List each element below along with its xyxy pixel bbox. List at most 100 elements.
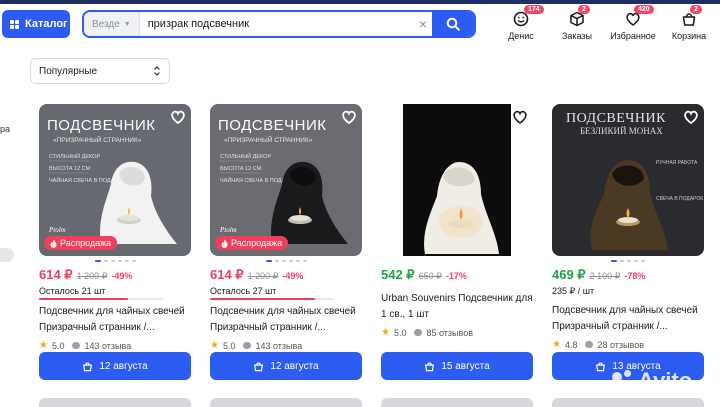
- left-sidebar-fragment: ра: [0, 124, 11, 134]
- avito-wordmark: Avito: [638, 368, 693, 393]
- discount: -49%: [282, 271, 304, 281]
- image-bullet: СТИЛЬНЫЙ ДЕКОР: [220, 152, 271, 160]
- image-subtitle: «ПРИЗРАЧНЫЙ СТРАННИК»: [224, 135, 313, 144]
- image-bullet: СТИЛЬНЫЙ ДЕКОР: [49, 152, 100, 160]
- review-bubble-icon: [72, 342, 81, 349]
- cart-icon: [425, 361, 435, 371]
- nav-orders[interactable]: 2 Заказы: [552, 5, 602, 41]
- nav-cart-label: Корзина: [671, 31, 707, 41]
- search-button[interactable]: [432, 12, 474, 36]
- sort-select[interactable]: Популярные: [30, 58, 170, 84]
- image-bullet: ВЫСОТА 12 СМ: [220, 166, 262, 172]
- image-pager: [381, 260, 533, 263]
- search-bar: Везде ▼ ×: [82, 10, 476, 38]
- price: 614 ₽: [39, 267, 73, 282]
- cart-icon: [83, 361, 93, 371]
- product-card[interactable]: ПОДСВЕЧНИК «ПРИЗРАЧНЫЙ СТРАННИК» СТИЛЬНЫ…: [210, 104, 362, 380]
- old-price: 1 200 ₽: [247, 271, 279, 281]
- search-icon: [446, 17, 460, 31]
- product-title[interactable]: Подсвечник для чайных свечей Призрачный …: [552, 303, 704, 335]
- nav-profile[interactable]: 174 Денис: [496, 5, 546, 41]
- grid-icon: [10, 19, 19, 29]
- star-icon: ★: [39, 340, 48, 351]
- discount: -17%: [445, 271, 467, 281]
- product-image[interactable]: ПОДСВЕЧНИК «ПРИЗРАЧНЫЙ СТРАННИК» СТИЛЬНЫ…: [39, 104, 191, 256]
- catalog-button[interactable]: Каталог: [2, 10, 70, 38]
- review-count[interactable]: 85 отзывов: [426, 328, 473, 338]
- next-row-card: [381, 398, 533, 407]
- cart-icon: [254, 361, 264, 371]
- avito-watermark: Avito: [612, 368, 692, 394]
- image-caption: ПОДСВЕЧНИК: [47, 117, 155, 134]
- next-row-card: [552, 398, 704, 407]
- product-image[interactable]: ПОДСВЕЧНИК «ПРИЗРАЧНЫЙ СТРАННИК» СТИЛЬНЫ…: [210, 104, 362, 256]
- rating-row: ★ 5.0 143 отзыва: [210, 340, 362, 351]
- nav-favorites[interactable]: 420 Избранное: [608, 5, 658, 41]
- add-to-cart-button[interactable]: 12 августа: [210, 352, 362, 380]
- rating-value: 5.0: [222, 340, 236, 351]
- product-card[interactable]: 542 ₽ 650 ₽ -17% Urban Souvenirs Подсвеч…: [381, 104, 533, 380]
- orders-badge: 2: [578, 5, 590, 14]
- product-image[interactable]: ПОДСВЕЧНИК БЕЗЛИКИЙ МОНАХ РУЧНАЯ РАБОТА …: [552, 104, 704, 256]
- stock-bar-fill: [39, 298, 129, 300]
- image-brand: Ptolm: [219, 226, 237, 234]
- nav-orders-label: Заказы: [561, 31, 593, 41]
- price: 614 ₽: [210, 267, 244, 282]
- rating-row: ★ 5.0 143 отзыва: [39, 340, 191, 351]
- stock-bar: [210, 298, 334, 300]
- review-count[interactable]: 28 отзывов: [597, 340, 644, 350]
- review-count[interactable]: 143 отзыва: [84, 341, 131, 351]
- product-photo: ПОДСВЕЧНИК БЕЗЛИКИЙ МОНАХ РУЧНАЯ РАБОТА …: [552, 104, 704, 256]
- sidebar-toggle[interactable]: [0, 248, 14, 262]
- review-bubble-icon: [243, 342, 252, 349]
- sale-badge: Распродажа: [44, 236, 118, 250]
- price: 469 ₽: [552, 267, 586, 282]
- nav-favorites-label: Избранное: [610, 31, 656, 41]
- image-pager: [210, 260, 362, 263]
- image-caption: ПОДСВЕЧНИК: [218, 117, 326, 134]
- image-caption: ПОДСВЕЧНИК: [566, 111, 666, 126]
- product-photo: ПОДСВЕЧНИК «ПРИЗРАЧНЫЙ СТРАННИК» СТИЛЬНЫ…: [210, 104, 362, 256]
- favorite-heart-icon[interactable]: [512, 109, 528, 125]
- add-to-cart-button[interactable]: 15 августа: [381, 352, 533, 380]
- sale-badge-label: Распродажа: [60, 238, 112, 248]
- search-input[interactable]: [139, 12, 414, 36]
- updown-chevron-icon: [154, 66, 160, 76]
- stock-bar-fill: [210, 298, 316, 300]
- top-strip: [0, 0, 720, 4]
- rating-value: 5.0: [51, 340, 65, 351]
- price-row: 614 ₽ 1 200 ₽ -49%: [39, 267, 191, 283]
- next-row-card: [210, 398, 362, 407]
- product-title[interactable]: Подсвечник для чайных свечей Призрачный …: [210, 304, 362, 336]
- image-subtitle: БЕЗЛИКИЙ МОНАХ: [580, 126, 663, 136]
- search-scope-select[interactable]: Везде ▼: [84, 12, 140, 36]
- old-price: 650 ₽: [418, 271, 442, 281]
- cart-icon: [596, 361, 606, 371]
- delivery-date: 12 августа: [270, 360, 319, 372]
- product-title[interactable]: Подсвечник для чайных свечей Призрачный …: [39, 304, 191, 336]
- product-image[interactable]: [381, 104, 533, 256]
- star-icon: ★: [381, 327, 390, 338]
- clear-icon[interactable]: ×: [414, 16, 432, 32]
- favorite-heart-icon[interactable]: [341, 109, 357, 125]
- chevron-down-icon: ▼: [123, 20, 131, 28]
- price-row: 469 ₽ 2 100 ₽ -78%: [552, 267, 704, 283]
- rating-row: ★ 5.0 85 отзывов: [381, 327, 533, 338]
- profile-badge: 174: [524, 5, 544, 14]
- favorite-heart-icon[interactable]: [683, 109, 699, 125]
- nav-profile-label: Денис: [508, 31, 534, 41]
- star-icon: ★: [210, 340, 219, 351]
- fire-icon: [50, 239, 57, 248]
- rating-value: 4.8: [564, 339, 578, 350]
- image-bullet: ВЫСОТА 12 СМ: [49, 166, 91, 172]
- product-card[interactable]: ПОДСВЕЧНИК БЕЗЛИКИЙ МОНАХ РУЧНАЯ РАБОТА …: [552, 104, 704, 380]
- rating-row: ★ 4.8 28 отзывов: [552, 339, 704, 350]
- product-title[interactable]: Urban Souvenirs Подсвечник для 1 св., 1 …: [381, 291, 533, 323]
- product-card[interactable]: ПОДСВЕЧНИК «ПРИЗРАЧНЫЙ СТРАННИК» СТИЛЬНЫ…: [39, 104, 191, 380]
- unit-price: 235 ₽ / шт: [552, 286, 595, 296]
- old-price: 2 100 ₽: [589, 271, 621, 281]
- nav-cart[interactable]: 2 Корзина: [664, 5, 714, 41]
- favorite-heart-icon[interactable]: [170, 109, 186, 125]
- review-count[interactable]: 143 отзыва: [255, 341, 302, 351]
- add-to-cart-button[interactable]: 12 августа: [39, 352, 191, 380]
